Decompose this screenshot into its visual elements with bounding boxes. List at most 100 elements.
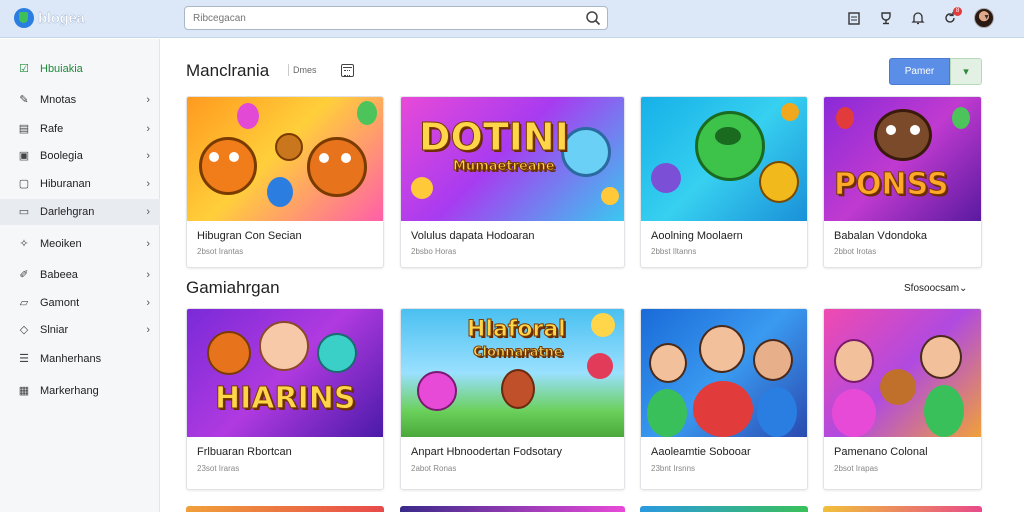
game-card[interactable]: Hlaforal Clonnaratne Anpart Hbnoodertan … [400,308,625,490]
dropdown-button[interactable]: ▾ [950,58,982,85]
sidebar-item-hbuiakia[interactable]: ☑ Hbuiakia [0,56,160,82]
game-card[interactable]: PONSS Babalan Vdondoka 2bbot Irotas [823,96,982,268]
sidebar-item-babeea[interactable]: ✐ Babeea › [0,262,160,288]
app-logo[interactable]: blogea [14,7,85,29]
sidebar: ☑ Hbuiakia ✎ Mnotas › ▤ Rafe › ▣ Boolegi… [0,39,160,512]
grid-icon: ▦ [18,385,30,397]
edit-icon: ✐ [19,269,29,281]
sidebar-item-label: Slniar [40,324,69,336]
card-title: Frlbuaran Rbortcan [197,446,292,458]
trophy-icon[interactable] [878,10,894,26]
thumb-subtitle: Clonnaratne [473,345,564,361]
sidebar-item-manherhans[interactable]: ☰ Manherhans [0,346,160,372]
sidebar-item-hiburanan[interactable]: ▢ Hiburanan › [0,171,160,197]
card-subtitle: 23sot Iraras [197,464,240,473]
game-thumbnail: HIARINS [187,309,383,437]
notification-badge: 8 [953,7,962,16]
square-icon: ▢ [18,178,30,190]
thumb-title: Hlaforal [467,317,567,343]
card-subtitle: 2bsbo Horas [411,247,457,256]
chevron-down-icon[interactable]: ▼ [983,14,990,21]
card-subtitle: 2bbst Iltanns [651,247,697,256]
card-title: Pamenano Colonal [834,446,928,458]
sidebar-item-darlehgran[interactable]: ▭ Darlehgran › [0,199,160,225]
sidebar-item-label: Manherhans [40,353,102,365]
section-title: Manclrania [186,61,270,80]
game-card[interactable]: Pamenano Colonal 2bsot Irapas [823,308,982,490]
card-subtitle: 2bsot Irapas [834,464,879,473]
sidebar-item-slniar[interactable]: ◇ Slniar › [0,317,160,343]
game-thumbnail [641,309,807,437]
card-subtitle: 2bbot Irotas [834,247,877,256]
sidebar-item-mnotas[interactable]: ✎ Mnotas › [0,87,160,113]
doc-icon: ▤ [18,123,30,135]
game-thumbnail [824,309,981,437]
star-icon: ✧ [19,238,29,250]
chevron-right-icon: › [146,123,150,135]
card-title: Hibugran Con Secian [197,230,302,242]
search-input[interactable] [193,10,573,26]
game-card[interactable]: Aoolning Moolaern 2bbst Iltanns [640,96,808,268]
sidebar-item-markerhang[interactable]: ▦ Markerhang [0,378,160,404]
card-title: Babalan Vdondoka [834,230,927,242]
card-subtitle: 2bsot Irantas [197,247,244,256]
primary-button[interactable]: Pamer [889,58,950,85]
chevron-right-icon: › [146,94,150,106]
sidebar-item-label: Gamont [40,297,80,309]
chevron-right-icon: › [146,150,150,162]
top-icons: 8 [846,7,994,28]
sidebar-item-label: Darlehgran [40,206,95,218]
game-card[interactable]: DOTINI Mumaetreane Volulus dapata Hodoar… [400,96,625,268]
chevron-right-icon: › [146,269,150,281]
tag-icon: ◇ [19,324,29,336]
top-bar: blogea 8 ▼ [0,0,1024,38]
game-card[interactable]: HIARINS Frlbuaran Rbortcan 23sot Iraras [186,308,384,490]
game-thumbnail: DOTINI Mumaetreane [401,97,624,221]
thumb-subtitle: Mumaetreane [453,159,556,175]
refresh-icon[interactable]: 8 [942,7,962,26]
section-title: Gamiahrgan [186,278,280,297]
game-thumbnail: Hlaforal Clonnaratne [401,309,624,437]
sidebar-item-label: Meoiken [40,238,82,250]
card-title: Volulus dapata Hodoaran [411,230,535,242]
thumb-title: DOTINI [419,115,570,160]
sidebar-item-label: Babeea [40,269,78,281]
document-icon[interactable] [846,10,862,26]
image-icon: ▣ [18,150,30,162]
sidebar-item-meoiken[interactable]: ✧ Meoiken › [0,231,160,257]
thumb-title: PONSS [833,167,949,203]
sidebar-item-label: Hbuiakia [40,63,83,75]
card-subtitle: 2abot Ronas [411,464,457,473]
card-title: Anpart Hbnoodertan Fodsotary [411,446,563,458]
game-card-partial[interactable] [186,506,384,512]
sidebar-item-label: Mnotas [40,94,77,106]
game-card[interactable]: Aaoleamtie Sobooar 23bnt Irsnns [640,308,808,490]
chat-icon: ▱ [19,297,29,309]
chevron-down-icon: ▾ [963,66,969,78]
filter-chip[interactable]: Dmes [288,64,321,76]
game-card-partial[interactable] [640,506,808,512]
game-thumbnail: PONSS [824,97,981,221]
search-icon[interactable] [585,10,601,26]
calendar-icon[interactable] [341,64,354,77]
game-card-partial[interactable] [400,506,625,512]
chevron-right-icon: › [146,206,150,218]
game-thumbnail [641,97,807,221]
sidebar-item-label: Hiburanan [40,178,91,190]
chevron-right-icon: › [146,324,150,336]
list-icon: ☰ [19,353,29,365]
sidebar-item-gamont[interactable]: ▱ Gamont › [0,290,160,316]
logo-text: blogea [38,9,85,27]
game-thumbnail [187,97,383,221]
bell-icon[interactable] [910,10,926,26]
game-card[interactable]: Hibugran Con Secian 2bsot Irantas [186,96,384,268]
game-card-partial[interactable] [823,506,982,512]
card-subtitle: 23bnt Irsnns [651,464,696,473]
thumb-title: HIARINS [214,381,356,417]
sidebar-item-rafe[interactable]: ▤ Rafe › [0,116,160,142]
folder-icon: ▭ [18,206,30,218]
chevron-down-icon: ⌄ [959,283,968,294]
sidebar-item-boolegia[interactable]: ▣ Boolegia › [0,143,160,169]
search-box [184,6,608,30]
see-more-link[interactable]: Sfosoocsam⌄ [904,283,967,294]
